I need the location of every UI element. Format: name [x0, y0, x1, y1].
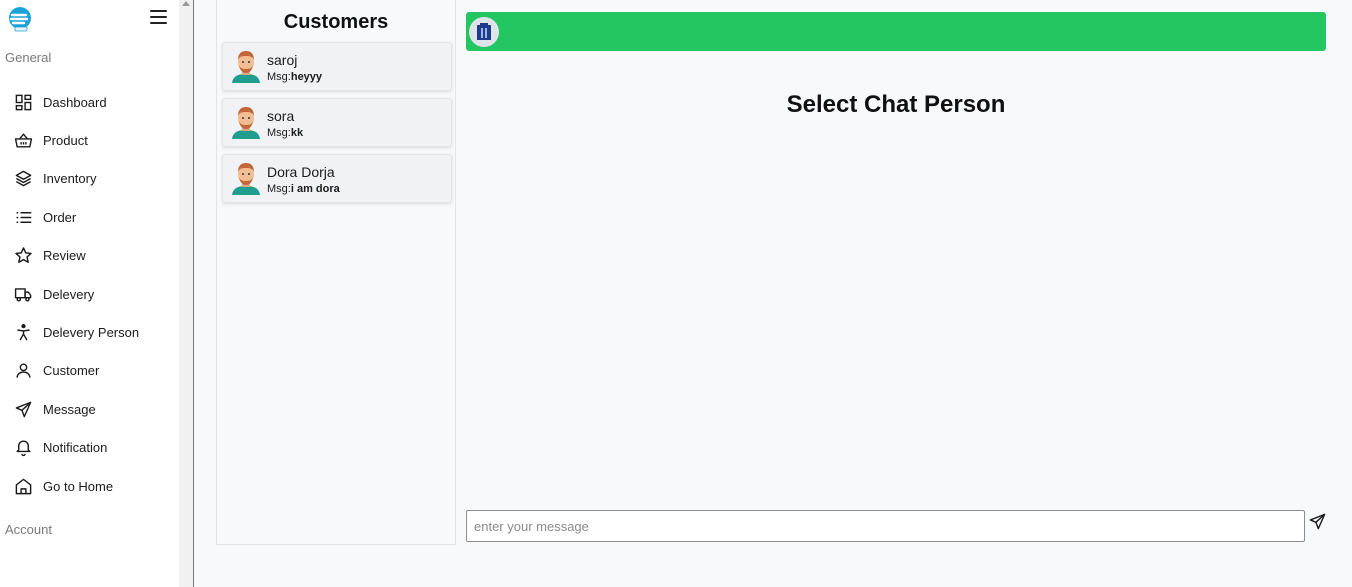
user-icon [16, 363, 31, 379]
shop-logo-icon [477, 23, 491, 40]
sidebar-item-notification[interactable]: Notification [0, 429, 179, 467]
avatar [232, 107, 260, 139]
section-general-label: General [5, 50, 52, 65]
customer-name: sora [267, 108, 295, 124]
customer-last-message: Msg:kk [267, 127, 304, 139]
customer-name: Dora Dorja [267, 164, 335, 180]
sidebar-item-label: Review [43, 248, 86, 264]
sidebar-item-label: Notification [43, 440, 108, 456]
sidebar-item-label: Product [43, 133, 88, 149]
person-icon [17, 324, 30, 341]
truck-icon [14, 287, 32, 302]
sidebar-item-dashboard[interactable]: Dashboard [0, 83, 179, 121]
customers-panel: Customers saroj Msg:heyyy sora Msg:kk Do… [216, 0, 456, 545]
sidebar-item-inventory[interactable]: Inventory [0, 160, 179, 198]
star-icon [15, 247, 32, 264]
send-message-icon[interactable] [1308, 512, 1327, 531]
sidebar-divider [193, 0, 194, 587]
sidebar-item-go-to-home[interactable]: Go to Home [0, 467, 179, 505]
select-chat-person-title: Select Chat Person [786, 91, 1006, 118]
sidebar-item-label: Message [43, 401, 96, 417]
avatar [232, 51, 260, 83]
sidebar-item-label: Delevery Person [43, 325, 140, 341]
sidebar-item-delevery-person[interactable]: Delevery Person [0, 313, 179, 351]
chat-header [466, 12, 1326, 51]
sidebar-item-label: Delevery [43, 286, 95, 302]
sidebar-item-label: Go to Home [43, 478, 114, 494]
sidebar: General Dashboard Product Inventory Orde… [0, 0, 179, 587]
sidebar-nav: Dashboard Product Inventory Order Review… [0, 83, 179, 505]
bell-icon [16, 440, 31, 457]
message-input[interactable] [466, 510, 1305, 542]
sidebar-item-order[interactable]: Order [0, 198, 179, 236]
dashboard-icon [15, 94, 32, 111]
customer-item[interactable]: saroj Msg:heyyy [222, 42, 452, 91]
customers-title: Customers [283, 11, 389, 33]
customer-last-message: Msg:i am dora [267, 183, 340, 195]
section-account-label: Account [5, 522, 52, 537]
sidebar-item-label: Order [43, 209, 77, 225]
basket-icon [14, 133, 33, 148]
menu-toggle-icon[interactable] [150, 10, 167, 24]
list-icon [16, 211, 32, 223]
sidebar-item-review[interactable]: Review [0, 237, 179, 275]
sidebar-item-product[interactable]: Product [0, 121, 179, 159]
layers-icon [15, 171, 32, 187]
sidebar-item-delevery[interactable]: Delevery [0, 275, 179, 313]
app-logo[interactable] [6, 6, 34, 32]
sidebar-item-label: Inventory [43, 171, 97, 187]
chat-avatar[interactable] [469, 17, 499, 47]
sidebar-item-label: Customer [43, 363, 100, 379]
customer-last-message: Msg:heyyy [267, 71, 323, 83]
sidebar-item-message[interactable]: Message [0, 390, 179, 428]
send-icon [15, 401, 32, 418]
customer-item[interactable]: sora Msg:kk [222, 98, 452, 147]
sidebar-item-label: Dashboard [43, 94, 107, 110]
sidebar-item-customer[interactable]: Customer [0, 352, 179, 390]
home-icon [15, 478, 32, 494]
sidebar-scrollbar[interactable] [179, 0, 193, 587]
customer-name: saroj [267, 52, 298, 68]
avatar [232, 163, 260, 195]
customer-item[interactable]: Dora Dorja Msg:i am dora [222, 154, 452, 203]
scroll-up-arrow-icon[interactable] [182, 1, 190, 6]
